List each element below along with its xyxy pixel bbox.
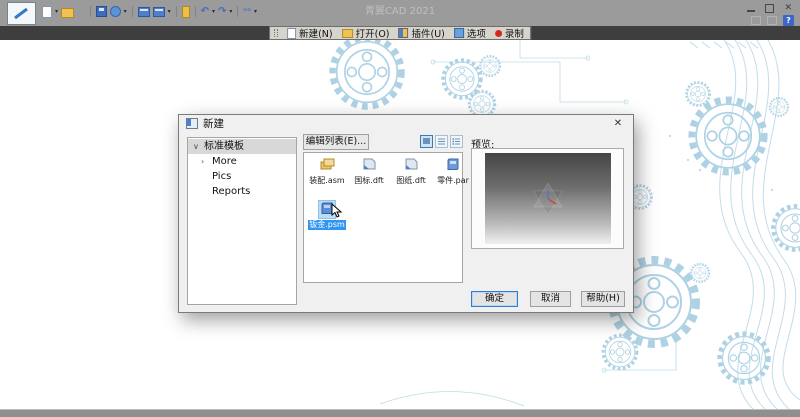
tree-item-reports[interactable]: Reports — [188, 184, 296, 199]
minimize-button[interactable] — [747, 9, 756, 12]
save-icon[interactable] — [95, 6, 107, 17]
tree-item-label: More — [212, 156, 237, 167]
divider — [194, 6, 196, 17]
options-icon — [453, 28, 464, 38]
window-controls: ✕ — [747, 2, 792, 13]
record-button[interactable]: 录制 — [494, 26, 524, 40]
details-view-icon — [452, 138, 460, 145]
draft-file-icon — [361, 157, 377, 174]
help-button[interactable]: ? — [783, 15, 794, 26]
divider — [131, 6, 133, 17]
part-file-icon — [445, 157, 461, 174]
template-file-list: 装配.asm 国标.dft 图纸.dft 零件.par 钣金.psm — [303, 152, 469, 283]
divider — [175, 6, 177, 17]
dialog-close-button[interactable]: ✕ — [604, 116, 632, 132]
file-name: 零件.par — [437, 176, 469, 185]
help-row: ? — [751, 15, 794, 26]
chevron-right-icon[interactable]: › — [201, 154, 208, 169]
toolbar-grip[interactable] — [274, 29, 279, 37]
dialog-title: 新建 — [203, 118, 224, 130]
details-view-button[interactable] — [450, 135, 463, 148]
plugin-icon — [398, 28, 409, 38]
mouse-cursor — [331, 203, 343, 218]
tree-item-standard-templates[interactable]: ∨ 标准模板 — [188, 139, 296, 154]
large-icons-view-button[interactable] — [420, 135, 433, 148]
chevron-down-icon[interactable]: ∨ — [193, 139, 200, 154]
quick-access-toolbar: ▾ ✓ ▾ ▾ ↶ ▾ ↷ ▾ ⚯ ▾ — [42, 4, 257, 19]
window-title: 青翼CAD 2021 — [364, 6, 436, 17]
record-button-label: 录制 — [504, 29, 524, 40]
undo-dropdown-icon[interactable]: ▾ — [212, 8, 215, 15]
properties-icon[interactable] — [181, 5, 190, 18]
restore-button[interactable] — [765, 2, 778, 13]
ribbon-bar: 新建(N) 打开(O) 插件(U) 选项 录制 — [0, 26, 800, 40]
divider — [237, 6, 239, 17]
help-button[interactable]: 帮助(H) — [581, 291, 625, 307]
draft-file-icon — [403, 157, 419, 174]
window-cascade-icon[interactable] — [137, 7, 150, 17]
file-item-assembly[interactable]: 装配.asm — [306, 157, 348, 186]
record-dot-icon — [494, 29, 502, 37]
undo-icon[interactable]: ↶ — [201, 6, 209, 17]
ok-button[interactable]: 确定 — [471, 291, 518, 307]
open-folder-icon — [341, 28, 353, 38]
options-button-label: 选项 — [466, 29, 486, 40]
view-mode-buttons — [420, 135, 463, 148]
template-tree: ∨ 标准模板 › More Pics Reports — [187, 137, 297, 305]
save-dropdown-icon[interactable]: ▾ — [124, 8, 127, 15]
tree-item-label: 标准模板 — [204, 141, 244, 152]
open-button-label: 打开(O) — [355, 29, 390, 40]
tree-item-label: Pics — [212, 171, 232, 182]
preview-box — [471, 148, 624, 249]
close-button[interactable]: ✕ — [784, 4, 792, 13]
tree-item-more[interactable]: › More — [188, 154, 296, 169]
new-dialog: 新建 ✕ ∨ 标准模板 › More Pics Reports 编辑列表(E).… — [178, 114, 634, 313]
list-view-icon — [438, 138, 445, 145]
tree-item-label: Reports — [212, 186, 251, 197]
ribbon-style-icon[interactable] — [767, 16, 777, 25]
new-button[interactable]: 新建(N) — [287, 26, 333, 40]
preview-triad-icon — [533, 182, 563, 216]
new-doc-icon — [287, 27, 297, 39]
plugin-button-label: 插件(U) — [411, 29, 445, 40]
dialog-titlebar[interactable]: 新建 — [179, 115, 633, 132]
dialog-icon — [186, 118, 198, 129]
assembly-file-icon — [319, 157, 335, 174]
edit-list-button[interactable]: 编辑列表(E)... — [303, 134, 369, 150]
tree-item-pics[interactable]: Pics — [188, 169, 296, 184]
app-window: ▾ ✓ ▾ ▾ ↶ ▾ ↷ ▾ ⚯ ▾ 青翼CAD 2021 ✕ ? 新建(N)… — [0, 0, 800, 417]
status-bar — [0, 409, 800, 417]
file-name: 钣金.psm — [308, 220, 346, 230]
app-logo[interactable] — [7, 2, 36, 25]
redo-dropdown-icon[interactable]: ▾ — [229, 8, 232, 15]
titlebar: ▾ ✓ ▾ ▾ ↶ ▾ ↷ ▾ ⚯ ▾ 青翼CAD 2021 ✕ ? — [0, 0, 800, 26]
window-tile-icon[interactable] — [152, 7, 165, 17]
large-icons-icon — [423, 138, 430, 144]
preview-image — [485, 153, 611, 244]
check-icon[interactable]: ✓ — [77, 7, 85, 16]
open-button[interactable]: 打开(O) — [341, 26, 390, 40]
main-toolbar: 新建(N) 打开(O) 插件(U) 选项 录制 — [269, 26, 531, 40]
plugin-button[interactable]: 插件(U) — [398, 26, 445, 40]
file-item-part[interactable]: 零件.par — [432, 157, 474, 186]
options-button[interactable]: 选项 — [453, 26, 486, 40]
ribbon-minimize-icon[interactable] — [751, 16, 761, 25]
file-name: 国标.dft — [354, 176, 384, 185]
save-all-icon[interactable] — [109, 6, 121, 17]
open-folder-icon[interactable] — [61, 7, 75, 18]
file-item-draft-sheet[interactable]: 图纸.dft — [390, 157, 432, 186]
redo-icon[interactable]: ↷ — [218, 6, 226, 17]
list-view-button[interactable] — [435, 135, 448, 148]
new-document-icon[interactable] — [42, 5, 52, 18]
file-item-draft-gb[interactable]: 国标.dft — [348, 157, 390, 186]
new-dropdown-icon[interactable]: ▾ — [55, 8, 58, 15]
file-name: 装配.asm — [309, 176, 345, 185]
pen-icon — [14, 7, 28, 20]
new-button-label: 新建(N) — [299, 29, 333, 40]
file-name: 图纸.dft — [396, 176, 426, 185]
window-dropdown-icon[interactable]: ▾ — [168, 8, 171, 15]
cancel-button[interactable]: 取消 — [530, 291, 571, 307]
divider — [89, 6, 91, 17]
